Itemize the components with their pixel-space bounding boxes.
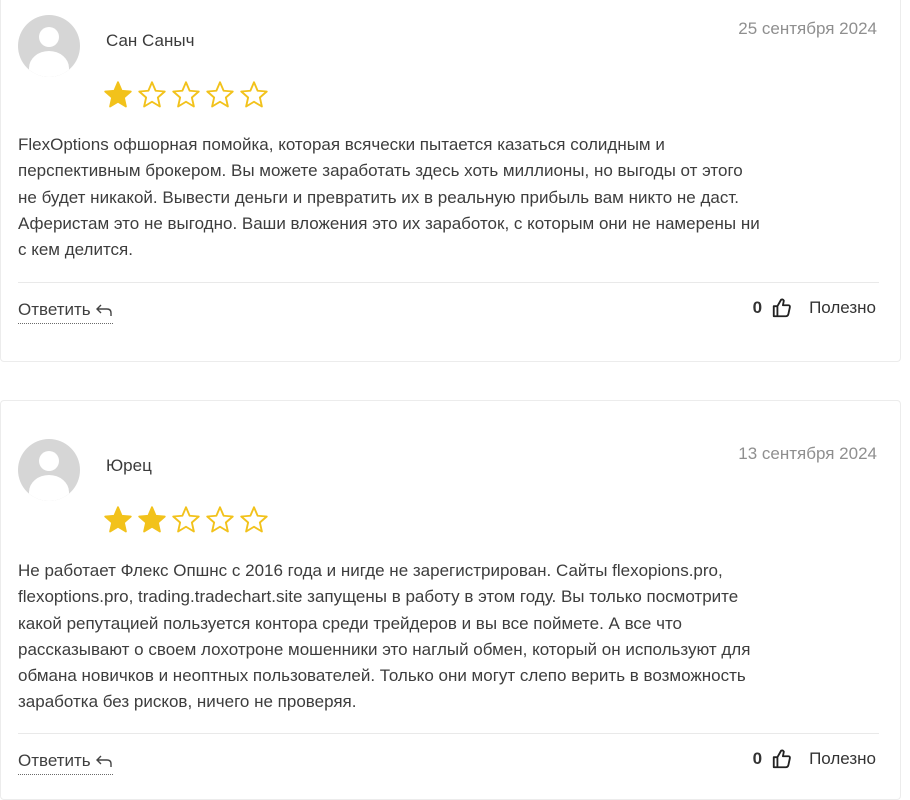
star-empty-icon (240, 81, 268, 108)
useful-widget: 0 Полезно (753, 748, 876, 770)
star-empty-icon (206, 506, 234, 533)
reply-button[interactable]: Ответить (18, 751, 113, 775)
review-date: 25 сентября 2024 (738, 19, 877, 38)
review-text-line: какой репутацией пользуется контора сред… (18, 613, 683, 633)
like-count: 0 (752, 298, 763, 317)
star-empty-icon (172, 506, 200, 533)
useful-button[interactable]: Полезно (809, 749, 876, 769)
review-text-line: с кем делится. (18, 240, 133, 260)
divider (18, 733, 879, 734)
star-empty-icon (172, 81, 200, 108)
review-card: Сан Саныч 25 сентября 2024 FlexOptions о… (0, 0, 901, 362)
review-text-line: не будет никакой. Вывести деньги и превр… (18, 187, 739, 207)
review-author: Юрец (106, 456, 152, 475)
reply-arrow-icon (95, 304, 112, 316)
star-filled-icon (104, 81, 132, 108)
review-text-line: flexoptions.pro, trading.tradechart.site… (18, 587, 739, 607)
review-text-line: рассказывают о своем лохотроне мошенники… (18, 639, 751, 659)
user-avatar-icon (18, 15, 80, 77)
review-text: Не работает Флекс Опшнс с 2016 года и ни… (18, 558, 880, 716)
star-empty-icon (240, 506, 268, 533)
star-empty-icon (206, 81, 234, 108)
review-text-line: Аферистам это не выгодно. Ваши вложения … (18, 213, 760, 233)
review-text-line: заработка без рисков, ничего не проверяя… (18, 692, 357, 712)
review-text: FlexOptions офшорная помойка, которая вс… (18, 132, 880, 263)
useful-widget: 0 Полезно (753, 297, 876, 319)
reply-arrow-icon (95, 755, 112, 767)
thumbs-up-icon[interactable] (771, 748, 793, 770)
reply-button[interactable]: Ответить (18, 300, 113, 324)
review-text-line: перспективным брокером. Вы можете зарабо… (18, 161, 743, 181)
rating-stars (103, 80, 269, 110)
divider (18, 282, 879, 283)
reply-label: Ответить (18, 751, 91, 770)
review-text-line: Не работает Флекс Опшнс с 2016 года и ни… (18, 561, 723, 580)
rating-stars (103, 505, 269, 535)
useful-button[interactable]: Полезно (809, 298, 876, 318)
star-filled-icon (104, 506, 132, 533)
review-author: Сан Саныч (106, 31, 195, 50)
like-count: 0 (752, 749, 763, 768)
reply-label: Ответить (18, 300, 91, 319)
star-empty-icon (138, 81, 166, 108)
thumbs-up-icon[interactable] (771, 297, 793, 319)
review-text-line: FlexOptions офшорная помойка, которая вс… (18, 135, 665, 154)
review-card: Юрец 13 сентября 2024 Не работает Флекс … (0, 400, 901, 800)
review-date: 13 сентября 2024 (738, 444, 877, 463)
review-text-line: обмана новичков и неоптных пользователей… (18, 666, 746, 686)
user-avatar-icon (18, 439, 80, 501)
star-filled-icon (138, 506, 166, 533)
